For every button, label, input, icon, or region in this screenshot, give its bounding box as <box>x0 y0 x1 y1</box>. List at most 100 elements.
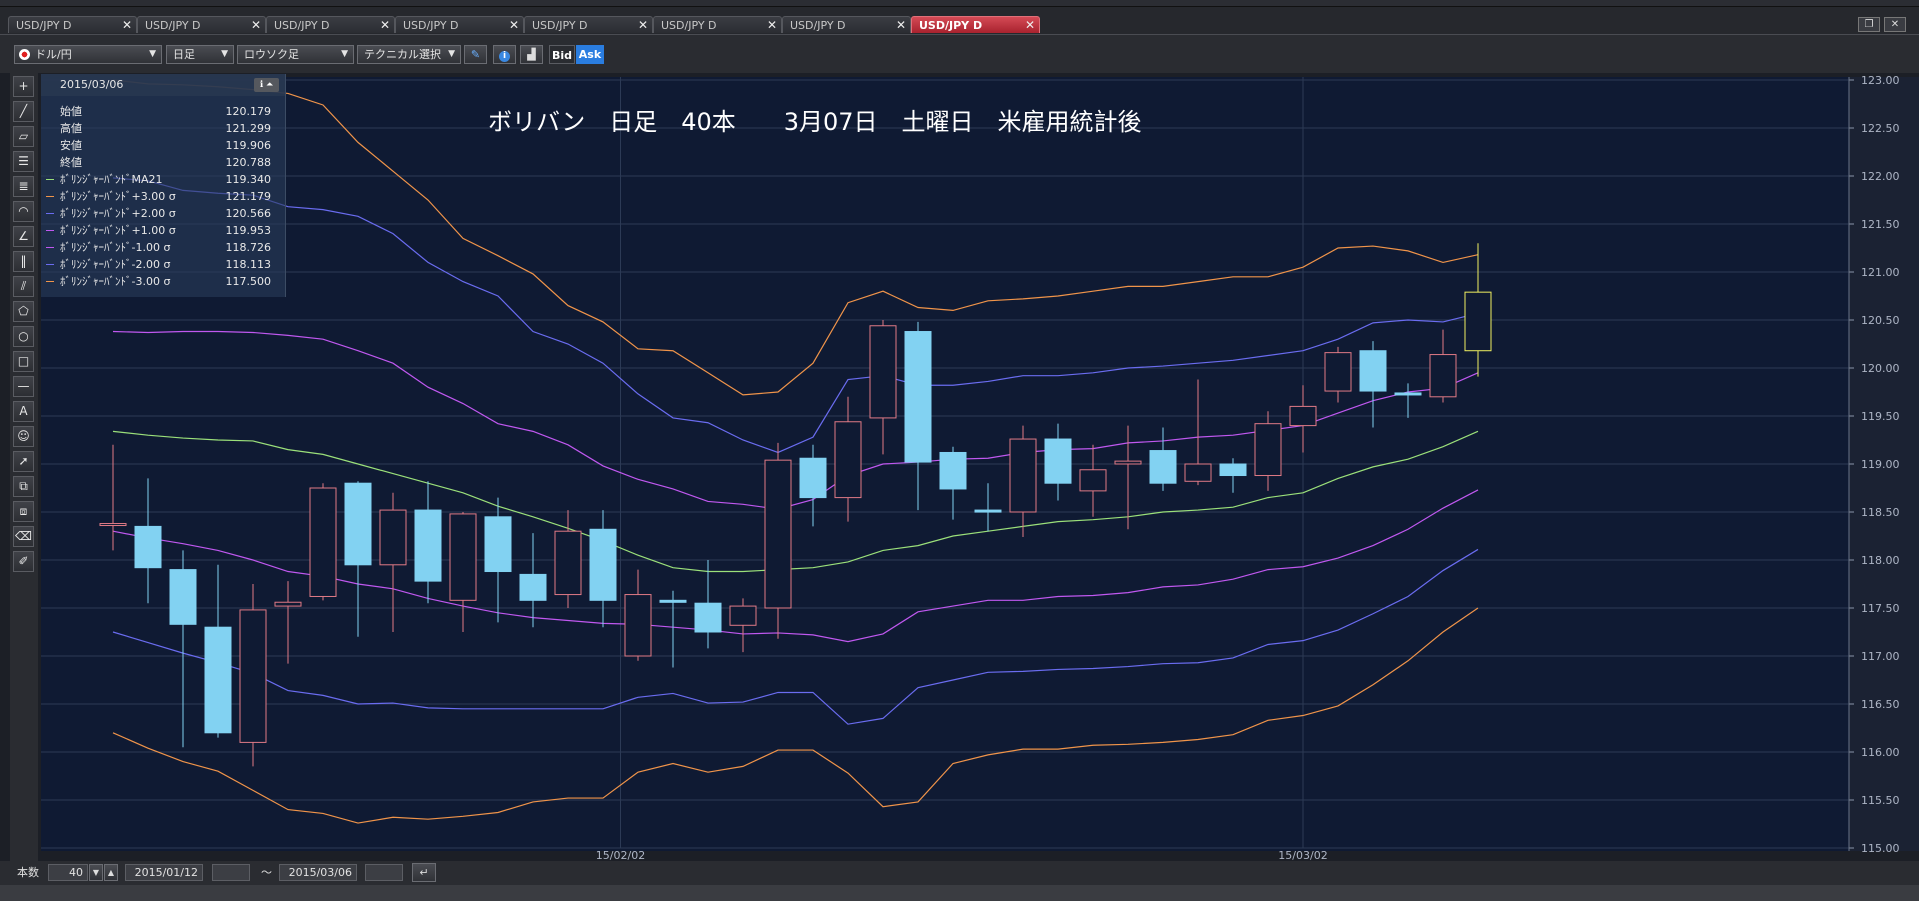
info-row: ﾎﾞﾘﾝｼﾞｬｰﾊﾞﾝﾄﾞ+2.00 σ 120.566 <box>41 205 285 222</box>
info-label: ﾎﾞﾘﾝｼﾞｬｰﾊﾞﾝﾄﾞ+1.00 σ <box>60 224 176 237</box>
candle-body <box>904 331 932 463</box>
candle-body <box>1044 438 1072 484</box>
y-tick-label: 117.00 <box>1861 650 1900 663</box>
y-tick-label: 118.00 <box>1861 554 1900 567</box>
status-strip <box>0 885 1919 901</box>
info-label: 高値 <box>60 122 82 135</box>
candle-body <box>589 528 617 601</box>
y-tick-label: 121.00 <box>1861 266 1900 279</box>
info-row: 高値 121.299 <box>41 120 285 137</box>
info-label: 始値 <box>60 105 82 118</box>
info-date: 2015/03/06 <box>60 78 124 91</box>
candle-body <box>659 599 687 603</box>
info-row: ﾎﾞﾘﾝｼﾞｬｰﾊﾞﾝﾄﾞ+3.00 σ 121.179 <box>41 188 285 205</box>
info-value: 119.340 <box>225 173 272 186</box>
candlestick-chart[interactable]: 115.00 115.50 116.00 116.50 117.00 117.50 118.… <box>0 0 1919 901</box>
info-label: ﾎﾞﾘﾝｼﾞｬｰﾊﾞﾝﾄﾞ-2.00 σ <box>60 258 171 271</box>
y-tick-label: 123.00 <box>1861 74 1900 87</box>
candle-body <box>1394 392 1422 396</box>
y-tick-label: 122.50 <box>1861 122 1900 135</box>
candle-body <box>834 421 862 499</box>
info-collapse-button[interactable]: ℹ ⏶ <box>254 78 279 92</box>
candle-body <box>1219 463 1247 477</box>
candle-body <box>1324 352 1352 392</box>
candle-body <box>1079 469 1107 492</box>
range-bar: 本数 40 ▼ ▲ 2015/01/12 〜 2015/03/06 ↵ <box>0 861 1919 885</box>
chart-title: ボリバン 日足 40本 3月07日 土曜日 米雇用統計後 <box>488 108 1142 136</box>
y-tick-label: 120.50 <box>1861 314 1900 327</box>
info-value: 120.179 <box>225 105 272 118</box>
candle-body <box>764 459 792 609</box>
y-tick-label: 119.00 <box>1861 458 1900 471</box>
start-time-field[interactable] <box>212 864 250 881</box>
candle-body <box>799 457 827 499</box>
candle-body <box>694 602 722 633</box>
candle-body <box>554 530 582 596</box>
y-tick-label: 122.00 <box>1861 170 1900 183</box>
candle-body <box>344 482 372 566</box>
info-row: ﾎﾞﾘﾝｼﾞｬｰﾊﾞﾝﾄﾞMA21 119.340 <box>41 171 285 188</box>
candle-body <box>134 525 162 569</box>
candle-body <box>204 626 232 734</box>
info-value: 121.299 <box>225 122 272 135</box>
info-row: 終値 120.788 <box>41 154 285 171</box>
bar-count-label: 本数 <box>17 866 39 879</box>
series-swatch <box>46 247 54 248</box>
range-tilde: 〜 <box>261 866 272 879</box>
ohlc-info-panel: 2015/03/06 ℹ ⏶ 始値 120.179 高値 121.299 安値 119.9… <box>41 74 286 297</box>
series-swatch <box>46 213 54 214</box>
candle-body <box>974 509 1002 513</box>
series-swatch <box>46 179 54 180</box>
candle-body <box>274 601 302 607</box>
candle-body <box>624 594 652 657</box>
candle-body <box>1359 350 1387 392</box>
candle-body <box>484 516 512 573</box>
candle-body <box>379 509 407 566</box>
info-row: ﾎﾞﾘﾝｼﾞｬｰﾊﾞﾝﾄﾞ-3.00 σ 117.500 <box>41 273 285 290</box>
info-value: 118.726 <box>225 241 272 254</box>
info-label: ﾎﾞﾘﾝｼﾞｬｰﾊﾞﾝﾄﾞ+2.00 σ <box>60 207 176 220</box>
candle-body <box>729 605 757 626</box>
candle-body <box>939 451 967 490</box>
series-swatch <box>46 196 54 197</box>
y-tick-label: 117.50 <box>1861 602 1900 615</box>
y-tick-label: 116.00 <box>1861 746 1900 759</box>
bar-count-input[interactable]: 40 <box>48 864 88 881</box>
y-tick-label: 119.50 <box>1861 410 1900 423</box>
y-tick-label: 120.00 <box>1861 362 1900 375</box>
info-value: 119.953 <box>225 224 272 237</box>
apply-return-icon[interactable]: ↵ <box>412 863 436 882</box>
info-label: ﾎﾞﾘﾝｼﾞｬｰﾊﾞﾝﾄﾞ-1.00 σ <box>60 241 171 254</box>
info-value: 121.179 <box>225 190 272 203</box>
end-time-field[interactable] <box>365 864 403 881</box>
info-value: 120.788 <box>225 156 272 169</box>
candle-body <box>169 569 197 625</box>
candle-body <box>449 513 477 601</box>
candle-body <box>1429 354 1457 398</box>
info-label: ﾎﾞﾘﾝｼﾞｬｰﾊﾞﾝﾄﾞMA21 <box>60 173 163 186</box>
info-label: ﾎﾞﾘﾝｼﾞｬｰﾊﾞﾝﾄﾞ-3.00 σ <box>60 275 171 288</box>
y-tick-label: 115.50 <box>1861 794 1900 807</box>
candle-body <box>1114 460 1142 465</box>
candle-body <box>1184 463 1212 482</box>
series-swatch <box>46 230 54 231</box>
candle-body <box>414 509 442 582</box>
start-date-field[interactable]: 2015/01/12 <box>125 864 203 881</box>
decrement-icon[interactable]: ▼ <box>89 864 103 881</box>
candle-body <box>1289 405 1317 427</box>
info-row: ﾎﾞﾘﾝｼﾞｬｰﾊﾞﾝﾄﾞ+1.00 σ 119.953 <box>41 222 285 239</box>
y-tick-label: 121.50 <box>1861 218 1900 231</box>
candle-body <box>1149 450 1177 484</box>
y-tick-label: 116.50 <box>1861 698 1900 711</box>
candle-body <box>309 487 337 597</box>
info-value: 117.500 <box>225 275 272 288</box>
candle-body <box>519 573 547 601</box>
info-row: 始値 120.179 <box>41 103 285 120</box>
info-row: 安値 119.906 <box>41 137 285 154</box>
y-tick-label: 118.50 <box>1861 506 1900 519</box>
candle-body <box>1254 423 1282 477</box>
candle-body <box>239 609 267 743</box>
info-label: 安値 <box>60 139 82 152</box>
increment-icon[interactable]: ▲ <box>104 864 118 881</box>
end-date-field[interactable]: 2015/03/06 <box>279 864 357 881</box>
